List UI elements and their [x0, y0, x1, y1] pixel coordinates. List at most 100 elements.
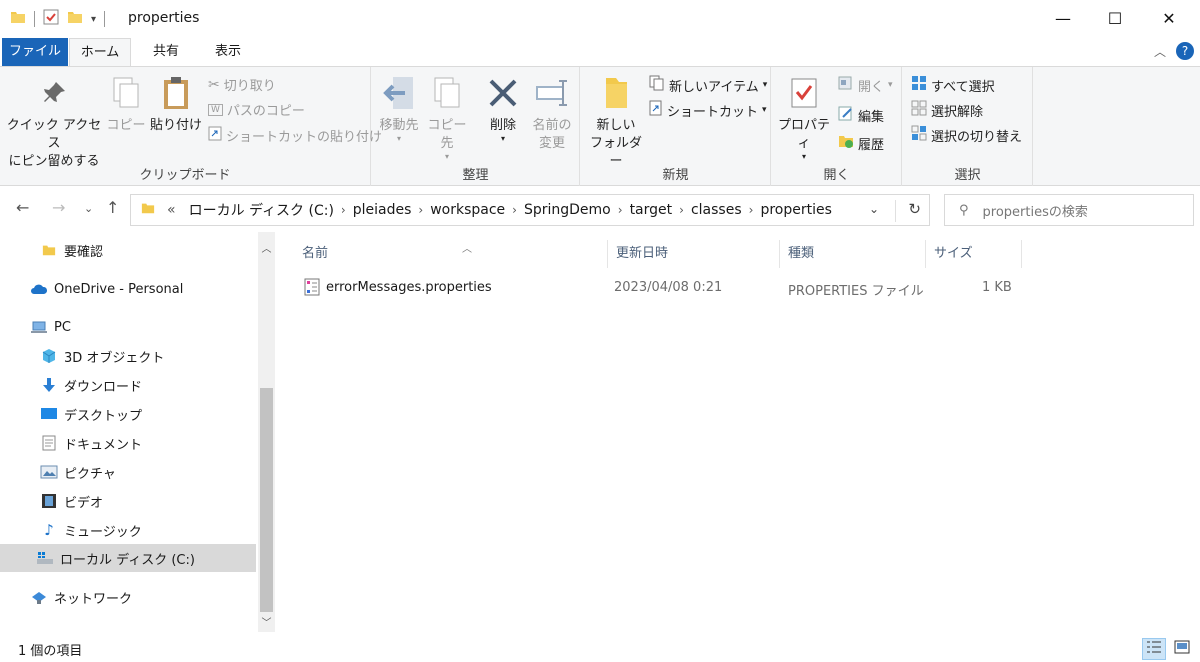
breadcrumb-pleiades[interactable]: pleiades — [346, 202, 419, 218]
search-input[interactable]: ⚲ propertiesの検索 — [944, 194, 1194, 226]
breadcrumb-springdemo[interactable]: SpringDemo — [517, 202, 618, 218]
refresh-icon[interactable]: ↻ — [895, 200, 921, 222]
navigation-pane: 要確認 OneDrive - Personal PC 3D オブジェクト ダウン… — [0, 232, 258, 632]
address-bar[interactable]: « ローカル ディスク (C:) › pleiades › workspace … — [130, 194, 930, 226]
scroll-down-chevron-icon[interactable]: ﹀ — [258, 614, 275, 629]
copy-path-button[interactable]: W パスのコピー — [208, 100, 305, 119]
properties-button[interactable]: プロパティ ▾ — [776, 73, 832, 161]
nav-item-documents[interactable]: ドキュメント — [0, 429, 256, 457]
item-count: 1 個の項目 — [18, 644, 83, 659]
back-arrow-icon[interactable]: ← — [16, 198, 29, 217]
address-history-chevron-icon[interactable]: ⌄ — [869, 202, 879, 216]
separator — [34, 11, 35, 27]
nav-item-downloads[interactable]: ダウンロード — [0, 371, 256, 399]
large-icons-view-button[interactable] — [1170, 638, 1194, 660]
select-group: すべて選択 選択解除 選択の切り替え 選択 — [903, 67, 1033, 186]
up-arrow-icon[interactable]: ↑ — [106, 198, 119, 217]
breadcrumb-target[interactable]: target — [623, 202, 680, 218]
paste-shortcut-icon — [208, 125, 222, 145]
cut-button[interactable]: ✂ 切り取り — [208, 75, 276, 95]
breadcrumb-local-disk[interactable]: ローカル ディスク (C:) — [182, 200, 341, 220]
scrollbar-thumb[interactable] — [260, 388, 273, 612]
navigation-pane-scrollbar[interactable]: ︿ ﹀ — [258, 232, 275, 632]
new-folder-button[interactable]: 新しい フォルダー — [585, 73, 647, 171]
rename-button[interactable]: 名前の 変更 — [528, 73, 576, 153]
nav-item-videos[interactable]: ビデオ — [0, 487, 256, 515]
forward-arrow-icon[interactable]: → — [52, 198, 65, 217]
breadcrumb-workspace[interactable]: workspace — [423, 202, 512, 218]
organize-group: 移動先 ▾ コピー先 ▾ 削除 ▾ 名前の 変更 整理 — [372, 67, 580, 186]
cloud-icon — [30, 281, 48, 297]
ribbon: クイック アクセス にピン留めする コピー 貼り付け ✂ 切り取り W パスのコ… — [0, 66, 1200, 186]
tab-share[interactable]: 共有 — [138, 38, 194, 66]
move-to-button[interactable]: 移動先 ▾ — [376, 73, 422, 143]
status-bar: 1 個の項目 — [0, 634, 1200, 662]
file-name: errorMessages.properties — [326, 280, 492, 295]
breadcrumb-overflow[interactable]: « — [161, 202, 182, 218]
column-header-name[interactable]: 名前 ︿ — [294, 240, 608, 268]
copy-button[interactable]: コピー — [106, 73, 146, 135]
column-header-type[interactable]: 種類 — [780, 240, 926, 268]
select-none-button[interactable]: 選択解除 — [911, 100, 983, 120]
desktop-icon — [40, 406, 58, 422]
collapse-ribbon-chevron-icon[interactable]: ︿ — [1154, 43, 1166, 60]
nav-item-pictures[interactable]: ピクチャ — [0, 458, 256, 486]
customize-toolbar-chevron-icon[interactable]: ▾ — [91, 14, 96, 25]
chevron-down-icon: ▾ — [762, 105, 767, 115]
new-item-icon — [649, 75, 665, 95]
folder-icon — [141, 201, 155, 219]
ribbon-tabs: ファイル ホーム 共有 表示 ︿ ? — [0, 38, 1200, 66]
paste-shortcut-button[interactable]: ショートカットの貼り付け — [208, 125, 382, 145]
close-button[interactable]: ✕ — [1142, 0, 1196, 36]
recent-locations-chevron-icon[interactable]: ⌄ — [84, 202, 93, 215]
invert-selection-button[interactable]: 選択の切り替え — [911, 125, 1022, 145]
chevron-down-icon: ▾ — [801, 152, 806, 161]
pin-to-quick-access-button[interactable]: クイック アクセス にピン留めする — [6, 73, 102, 171]
nav-item-local-disk[interactable]: ローカル ディスク (C:) — [0, 544, 256, 572]
properties-check-icon — [776, 73, 832, 113]
history-button[interactable]: 履歴 — [838, 133, 884, 153]
paste-button[interactable]: 貼り付け — [150, 73, 202, 135]
new-item-button[interactable]: 新しいアイテム ▾ — [649, 75, 767, 95]
clipboard-group-label: クリップボード — [139, 168, 231, 183]
chevron-down-icon: ▾ — [396, 134, 401, 143]
breadcrumb-classes[interactable]: classes — [684, 202, 749, 218]
edit-icon — [838, 105, 854, 125]
nav-item-quick-access-folder[interactable]: 要確認 — [0, 236, 256, 264]
help-icon[interactable]: ? — [1176, 42, 1194, 60]
table-row[interactable]: errorMessages.properties 2023/04/08 0:21… — [298, 276, 1018, 302]
nav-item-pc[interactable]: PC — [0, 313, 256, 341]
details-view-button[interactable] — [1142, 638, 1166, 660]
open-group: プロパティ ▾ 開く ▾ 編集 履歴 開く — [772, 67, 902, 186]
open-icon — [838, 75, 854, 95]
tab-home[interactable]: ホーム — [69, 38, 131, 66]
nav-item-onedrive[interactable]: OneDrive - Personal — [0, 275, 256, 303]
properties-check-icon[interactable] — [43, 9, 59, 29]
column-header-date[interactable]: 更新日時 — [608, 240, 780, 268]
nav-item-3d-objects[interactable]: 3D オブジェクト — [0, 342, 256, 370]
pc-icon — [30, 319, 48, 335]
open-button[interactable]: 開く ▾ — [838, 75, 893, 95]
move-to-icon — [376, 73, 422, 113]
cube-icon — [40, 348, 58, 364]
breadcrumb-properties[interactable]: properties — [753, 202, 838, 218]
tab-view[interactable]: 表示 — [200, 38, 256, 66]
minimize-button[interactable]: — — [1036, 0, 1090, 36]
edit-button[interactable]: 編集 — [838, 105, 884, 125]
chevron-down-icon: ▾ — [444, 152, 449, 161]
nav-item-music[interactable]: ♪ ミュージック — [0, 516, 256, 544]
organize-group-label: 整理 — [462, 168, 489, 183]
shortcut-button[interactable]: ショートカット ▾ — [649, 100, 767, 120]
scissors-icon: ✂ — [208, 76, 220, 93]
copy-to-button[interactable]: コピー先 ▾ — [424, 73, 470, 161]
nav-item-desktop[interactable]: デスクトップ — [0, 400, 256, 428]
select-all-button[interactable]: すべて選択 — [911, 75, 995, 95]
delete-button[interactable]: 削除 ▾ — [482, 73, 524, 143]
shortcut-icon — [649, 100, 663, 120]
maximize-button[interactable]: ☐ — [1088, 0, 1142, 36]
column-header-size[interactable]: サイズ — [926, 240, 1022, 268]
nav-item-network[interactable]: ネットワーク — [0, 583, 256, 611]
scroll-up-chevron-icon[interactable]: ︿ — [258, 240, 275, 255]
tab-file[interactable]: ファイル — [2, 38, 68, 66]
new-folder-icon[interactable] — [67, 9, 83, 29]
